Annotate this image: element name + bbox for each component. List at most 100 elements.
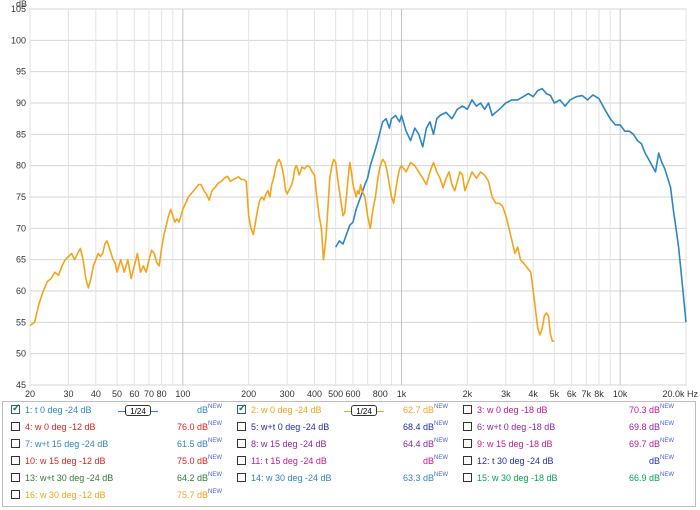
measurement-name: 13: w+t 30 deg -24 dB: [25, 473, 114, 483]
x-tick-label: 7k: [582, 389, 592, 399]
legend-item[interactable]: 16: w 30 deg -12 dB 75.7 dBNEW: [7, 487, 233, 504]
value-unit: dB: [422, 473, 434, 483]
value-unit: dB: [422, 439, 434, 449]
legend-item[interactable]: 5: w+t 0 deg -24 dB 68.4 dBNEW: [233, 419, 459, 436]
legend-item[interactable]: 13: w+t 30 deg -24 dB 64.2 dBNEW: [7, 470, 233, 487]
value-number: 64.2: [176, 473, 195, 483]
trace-swatch-left: [118, 411, 125, 412]
measurement-name: 12: t 30 deg -24 dB: [477, 456, 554, 466]
legend-item[interactable]: 15: w 30 deg -18 dB 66.9 dBNEW: [459, 470, 685, 487]
x-tick-label: 300: [280, 389, 295, 399]
legend-item[interactable]: 9: w 15 deg -18 dB 69.7 dBNEW: [459, 436, 685, 453]
x-tick-label: 5k: [550, 389, 560, 399]
y-tick-label: 70: [16, 223, 26, 233]
new-badge: NEW: [208, 472, 222, 478]
value-unit: dB: [648, 439, 660, 449]
legend-item[interactable]: 2: w 0 deg -24 dB 1/24 62.7 dBNEW: [233, 402, 459, 419]
measurement-checkbox[interactable]: [237, 473, 246, 482]
legend-panel: 1: t 0 deg -24 dB1/24dBNEW2: w 0 deg -24…: [2, 401, 696, 507]
value-unit: dB: [196, 422, 208, 432]
new-badge: NEW: [660, 404, 674, 410]
value-number: 63.3: [402, 473, 421, 483]
measurement-checkbox[interactable]: [11, 490, 20, 499]
legend-row: 4: w 0 deg -12 dB 76.0 dBNEW 5: w+t 0 deg …: [3, 419, 695, 436]
legend-item[interactable]: 14: w 30 deg -24 dB 63.3 dBNEW: [233, 470, 459, 487]
value-unit: dB: [422, 456, 434, 466]
legend-item[interactable]: 7: w+t 15 deg -24 dB 61.5 dBNEW: [7, 436, 233, 453]
legend-item[interactable]: 11: t 15 deg -24 dB dBNEW: [233, 453, 459, 470]
legend-item[interactable]: 1: t 0 deg -24 dB 1/24 dBNEW: [7, 402, 233, 419]
legend-item[interactable]: 12: t 30 deg -24 dB dBNEW: [459, 453, 685, 470]
measurement-checkbox[interactable]: [11, 439, 20, 448]
measurement-checkbox[interactable]: [463, 473, 472, 482]
x-tick-label: 4k: [528, 389, 538, 399]
measurement-checkbox[interactable]: [463, 422, 472, 431]
legend-item[interactable]: 3: w 0 deg -18 dB 70.3 dBNEW: [459, 402, 685, 419]
value-number: 76.0: [176, 422, 195, 432]
value-unit: dB: [196, 456, 208, 466]
smoothing-button[interactable]: 1/24: [118, 405, 158, 416]
value-unit: dB: [196, 473, 208, 483]
value-unit: dB: [648, 405, 660, 415]
x-tick-label: 200: [241, 389, 256, 399]
legend-item[interactable]: 6: w+t 0 deg -18 dB 69.8 dBNEW: [459, 419, 685, 436]
measurement-checkbox[interactable]: [237, 456, 246, 465]
new-badge: NEW: [660, 438, 674, 444]
measurement-name: 14: w 30 deg -24 dB: [251, 473, 332, 483]
legend-item[interactable]: 4: w 0 deg -12 dB 76.0 dBNEW: [7, 419, 233, 436]
y-tick-label: 80: [16, 161, 26, 171]
y-tick-label: 90: [16, 98, 26, 108]
trace-swatch-left: [344, 411, 351, 412]
measurement-checkbox[interactable]: [237, 422, 246, 431]
measurement-checkbox[interactable]: [463, 405, 472, 414]
measurement-checkbox[interactable]: [463, 439, 472, 448]
measurement-checkbox[interactable]: [237, 439, 246, 448]
y-tick-label: 60: [16, 286, 26, 296]
value-unit: dB: [422, 422, 434, 432]
legend-row: 13: w+t 30 deg -24 dB 64.2 dBNEW 14: w 30 …: [3, 470, 695, 487]
measurement-value: 64.2 dBNEW: [157, 472, 222, 483]
x-tick-label: 70: [144, 389, 154, 399]
measurement-value: 75.0 dBNEW: [157, 455, 222, 466]
y-tick-label: 55: [16, 317, 26, 327]
x-tick-label: 20: [25, 389, 35, 399]
legend-item[interactable]: 8: w 15 deg -24 dB 64.4 dBNEW: [233, 436, 459, 453]
legend-item[interactable]: 10: w 15 deg -12 dB 75.0 dBNEW: [7, 453, 233, 470]
value-unit: dB: [196, 439, 208, 449]
x-tick-label: 50: [112, 389, 122, 399]
measurement-name: 9: w 15 deg -18 dB: [477, 439, 553, 449]
measurement-name: 5: w+t 0 deg -24 dB: [251, 422, 330, 432]
value-unit: dB: [422, 405, 434, 415]
frequency-response-plot[interactable]: 4550556065707580859095100105dB20 30 40 50 60…: [0, 0, 700, 400]
x-tick-label: 6k: [567, 389, 577, 399]
new-badge: NEW: [434, 455, 448, 461]
measurement-value: 76.0 dBNEW: [157, 421, 222, 432]
y-tick-label: 100: [11, 35, 26, 45]
measurement-name: 11: t 15 deg -24 dB: [251, 456, 327, 466]
smoothing-button[interactable]: 1/24: [344, 405, 384, 416]
measurement-name: 3: w 0 deg -18 dB: [477, 405, 548, 415]
measurement-value: 69.7 dBNEW: [609, 438, 674, 449]
y-tick-label: 75: [16, 192, 26, 202]
x-tick-label: 30: [63, 389, 73, 399]
x-tick-label: 40: [91, 389, 101, 399]
new-badge: NEW: [208, 421, 222, 427]
measurement-value: 70.3 dBNEW: [609, 404, 674, 415]
smoothing-label: 1/24: [356, 407, 372, 416]
measurement-name: 4: w 0 deg -12 dB: [25, 422, 96, 432]
measurement-checkbox[interactable]: [11, 422, 20, 431]
measurement-checkbox[interactable]: [11, 403, 20, 414]
legend-row: 7: w+t 15 deg -24 dB 61.5 dBNEW 8: w 15 de…: [3, 436, 695, 453]
measurement-name: 10: w 15 deg -12 dB: [25, 456, 106, 466]
measurement-checkbox[interactable]: [11, 473, 20, 482]
measurement-checkbox[interactable]: [11, 456, 20, 465]
x-tick-label: 8k: [594, 389, 604, 399]
new-badge: NEW: [434, 421, 448, 427]
value-number: 68.4: [402, 422, 421, 432]
measurement-name: 6: w+t 0 deg -18 dB: [477, 422, 556, 432]
x-tick-label: 10k: [613, 389, 628, 399]
measurement-checkbox[interactable]: [237, 403, 246, 414]
measurement-checkbox[interactable]: [463, 456, 472, 465]
new-badge: NEW: [208, 489, 222, 495]
x-tick-label: 1k: [397, 389, 407, 399]
